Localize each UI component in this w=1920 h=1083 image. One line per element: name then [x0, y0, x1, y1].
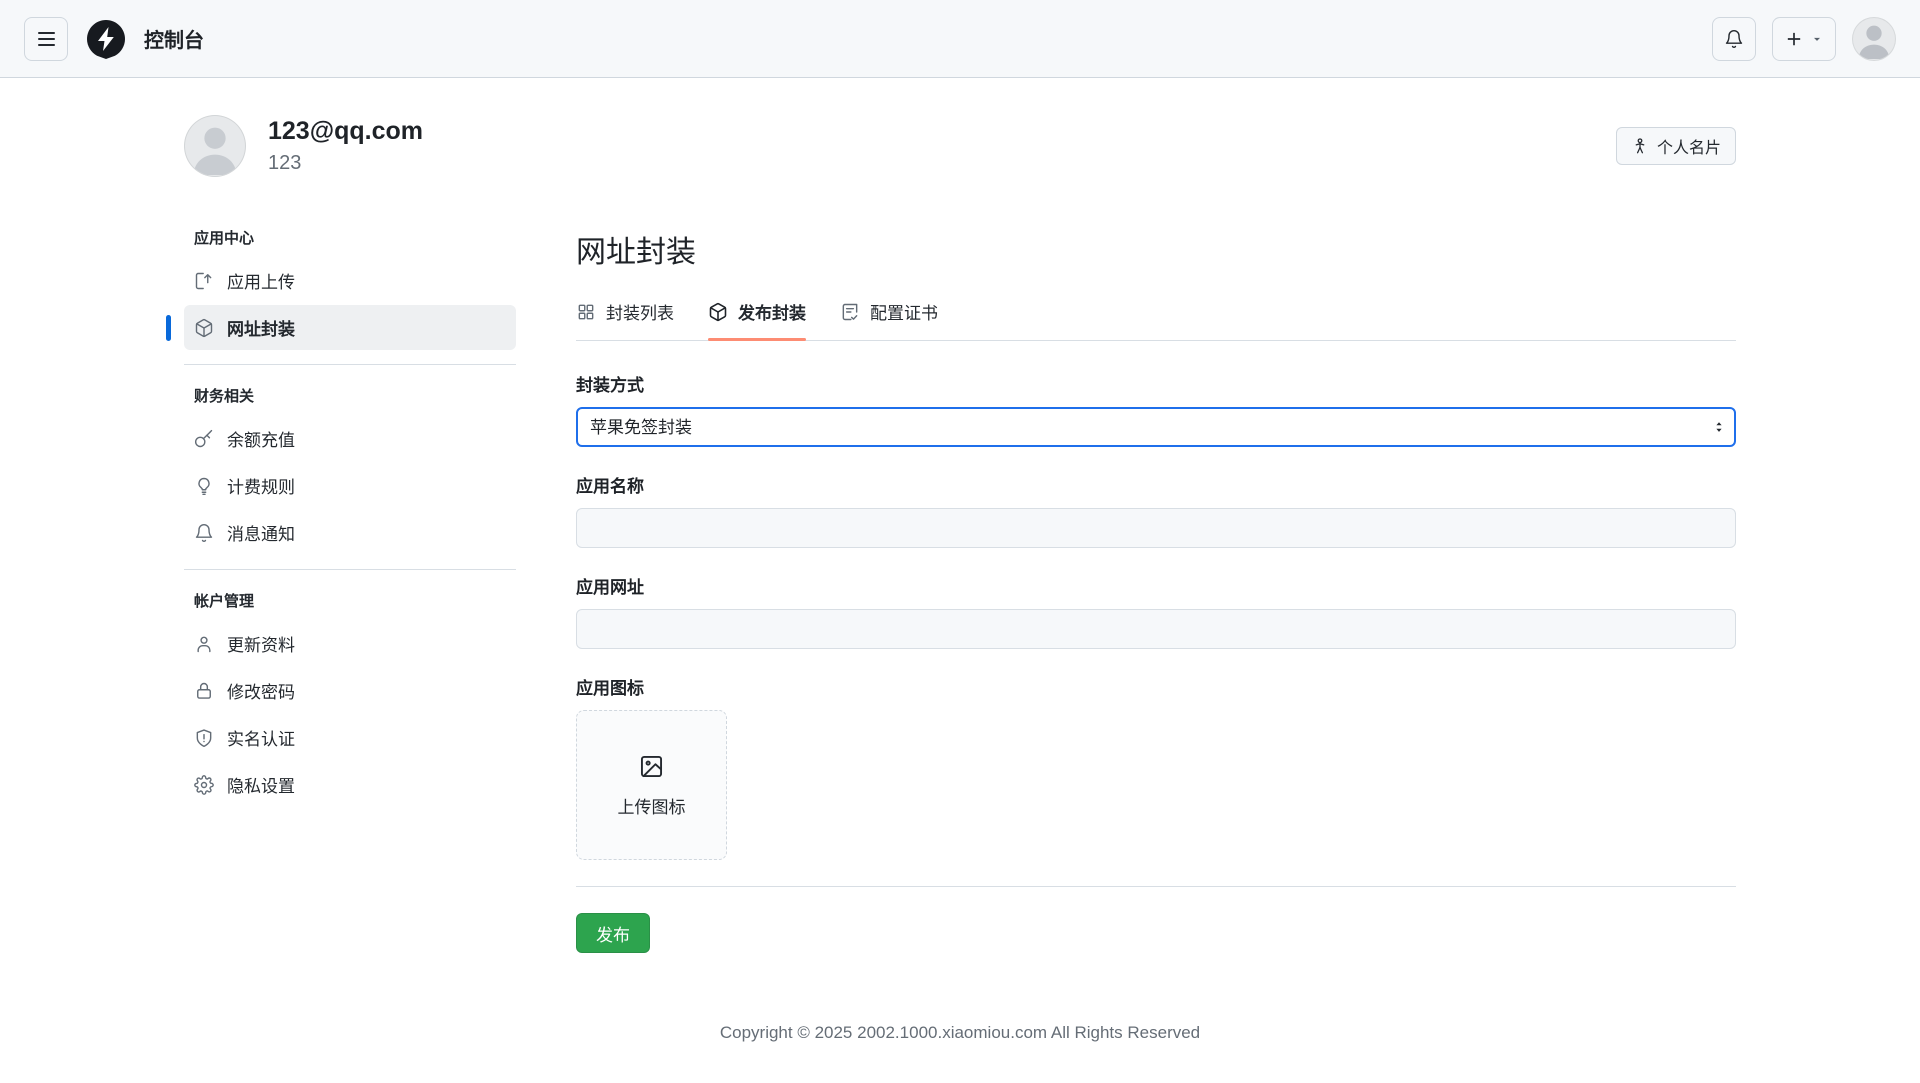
sidebar-item-update-profile[interactable]: 更新资料: [184, 621, 516, 666]
app-name-input[interactable]: [576, 508, 1736, 548]
app-icon-label: 应用图标: [576, 674, 1736, 699]
page-title: 网址封装: [576, 227, 1736, 271]
tab-label: 配置证书: [870, 299, 938, 324]
profile-avatar: [184, 115, 246, 177]
package-icon: [194, 318, 214, 338]
sidebar-item-label: 实名认证: [227, 725, 295, 750]
form-group-package-method: 封装方式 苹果免签封装: [576, 371, 1736, 447]
header-avatar[interactable]: [1852, 17, 1896, 61]
sidebar-divider: [184, 569, 516, 570]
person-icon: [194, 634, 214, 654]
tab-label: 发布封装: [738, 299, 806, 324]
publish-form: 封装方式 苹果免签封装 应用名称: [576, 371, 1736, 953]
grid-icon: [576, 302, 596, 322]
sidebar-item-change-password[interactable]: 修改密码: [184, 668, 516, 713]
sidebar-item-realname-verify[interactable]: 实名认证: [184, 715, 516, 760]
form-group-app-url: 应用网址: [576, 573, 1736, 649]
hamburger-menu-button[interactable]: [24, 17, 68, 61]
form-group-app-icon: 应用图标 上传图标: [576, 674, 1736, 860]
copyright-text: Copyright © 2025 2002.1000.xiaomiou.com …: [720, 1023, 1200, 1042]
plus-icon: [1785, 30, 1803, 48]
image-icon: [638, 753, 665, 780]
body-row: 应用中心 应用上传: [184, 227, 1736, 993]
form-group-app-name: 应用名称: [576, 472, 1736, 548]
hamburger-icon: [38, 32, 55, 46]
page-app-title: 控制台: [144, 24, 204, 53]
sidebar-item-balance-recharge[interactable]: 余额充值: [184, 416, 516, 461]
notifications-button[interactable]: [1712, 17, 1756, 61]
sidebar-item-label: 消息通知: [227, 520, 295, 545]
personal-card-button[interactable]: 个人名片: [1616, 127, 1736, 165]
sidebar-item-label: 隐私设置: [227, 772, 295, 797]
sidebar-item-label: 更新资料: [227, 631, 295, 656]
key-icon: [194, 429, 214, 449]
sidebar-section-app-center: 应用中心: [184, 227, 516, 248]
sidebar-item-billing-rules[interactable]: 计费规则: [184, 463, 516, 508]
publish-button[interactable]: 发布: [576, 913, 650, 953]
app-name-label: 应用名称: [576, 472, 1736, 497]
profile-header: 123@qq.com 123 个人名片: [184, 115, 1736, 177]
lightning-logo-icon: [84, 17, 128, 61]
sidebar-item-privacy-settings[interactable]: 隐私设置: [184, 762, 516, 807]
package-icon: [708, 302, 728, 322]
bell-icon: [194, 523, 214, 543]
profile-email: 123@qq.com: [268, 117, 423, 146]
upload-icon-dropzone[interactable]: 上传图标: [576, 710, 727, 860]
sidebar-section-finance: 财务相关: [184, 385, 516, 406]
bell-icon: [1724, 29, 1744, 49]
package-method-label: 封装方式: [576, 371, 1736, 396]
person-standing-icon: [1631, 137, 1649, 155]
tab-bar: 封装列表 发布封装: [576, 299, 1736, 341]
sidebar-item-label: 余额充值: [227, 426, 295, 451]
lock-icon: [194, 681, 214, 701]
personal-card-label: 个人名片: [1657, 134, 1721, 158]
app-url-input[interactable]: [576, 609, 1736, 649]
create-new-button[interactable]: [1772, 17, 1836, 61]
tab-package-list[interactable]: 封装列表: [576, 299, 674, 340]
form-divider: [576, 886, 1736, 887]
tab-publish-package[interactable]: 发布封装: [708, 299, 806, 340]
lightbulb-icon: [194, 476, 214, 496]
package-method-select[interactable]: 苹果免签封装: [576, 407, 1736, 447]
upload-text: 上传图标: [618, 793, 686, 818]
sidebar-nav: 应用中心 应用上传: [184, 227, 516, 809]
tab-configure-certificate[interactable]: 配置证书: [840, 299, 938, 340]
sidebar-divider: [184, 364, 516, 365]
profile-username: 123: [268, 152, 423, 175]
sidebar-item-app-upload[interactable]: 应用上传: [184, 258, 516, 303]
sidebar-item-label: 修改密码: [227, 678, 295, 703]
tab-label: 封装列表: [606, 299, 674, 324]
sidebar-item-url-packaging[interactable]: 网址封装: [184, 305, 516, 350]
sidebar-item-notifications[interactable]: 消息通知: [184, 510, 516, 555]
main-content: 网址封装 封装列表: [576, 227, 1736, 953]
sidebar-section-account: 帐户管理: [184, 590, 516, 611]
sidebar-item-label: 应用上传: [227, 268, 295, 293]
chevron-down-icon: [1811, 33, 1823, 45]
page-footer: Copyright © 2025 2002.1000.xiaomiou.com …: [0, 993, 1920, 1083]
sidebar-item-label: 计费规则: [227, 473, 295, 498]
gear-icon: [194, 775, 214, 795]
file-check-icon: [840, 302, 860, 322]
top-header: 控制台: [0, 0, 1920, 78]
app-url-label: 应用网址: [576, 573, 1736, 598]
profile-texts: 123@qq.com 123: [268, 115, 423, 175]
package-method-select-wrap: 苹果免签封装: [576, 407, 1736, 447]
shield-icon: [194, 728, 214, 748]
upload-icon: [194, 271, 214, 291]
sidebar-item-label: 网址封装: [227, 315, 295, 340]
app-logo[interactable]: [84, 17, 128, 61]
page-container: 123@qq.com 123 个人名片 应用中心: [184, 78, 1736, 993]
